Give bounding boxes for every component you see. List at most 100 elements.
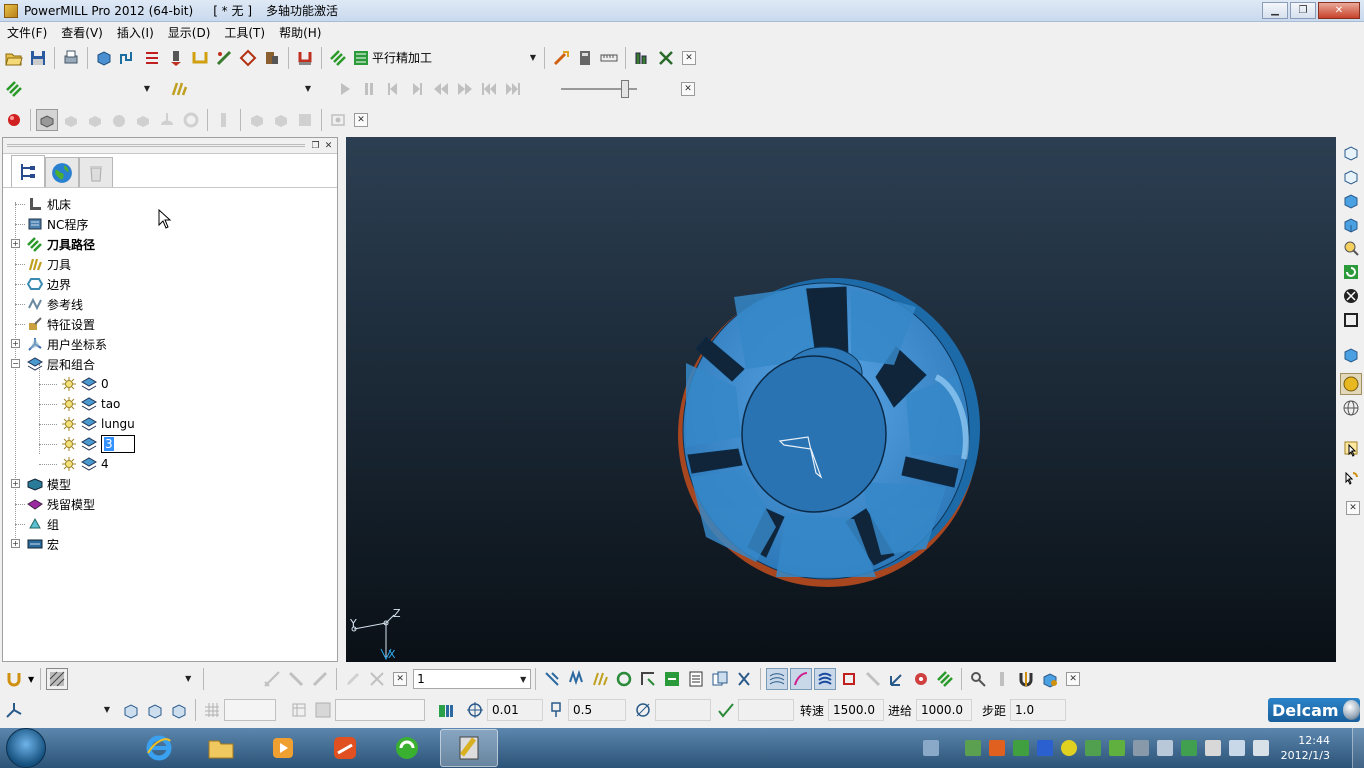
rename-layer-input[interactable]: 3 [101, 435, 135, 453]
block-icon[interactable] [93, 47, 115, 69]
battery-icon[interactable] [964, 740, 981, 756]
check-field[interactable] [738, 699, 794, 721]
stock-block-icon[interactable] [46, 668, 69, 690]
view-iso-1-icon[interactable] [1340, 141, 1362, 163]
menu-view[interactable]: 查看(V) [54, 24, 110, 41]
toolbar-close-icon[interactable]: ✕ [393, 672, 408, 686]
points-icon[interactable] [838, 668, 860, 690]
stepover-field[interactable]: 1.0 [1010, 699, 1067, 721]
menu-help[interactable]: 帮助(H) [272, 24, 328, 41]
tray-app-5-icon[interactable] [1108, 740, 1125, 756]
volume-icon[interactable] [1156, 740, 1173, 756]
chevron-down-icon[interactable]: ▼ [100, 700, 114, 718]
security-icon[interactable] [1180, 740, 1197, 756]
tolerance-field[interactable]: 0.01 [487, 699, 543, 721]
tray-app-2-icon[interactable] [1012, 740, 1029, 756]
go-to-end-icon[interactable] [502, 78, 524, 100]
edit-point-icon[interactable] [285, 668, 307, 690]
workplane-tool-icon[interactable] [3, 668, 25, 690]
grid-field[interactable] [224, 699, 276, 721]
expand-icon[interactable]: + [11, 479, 20, 488]
diameter-icon[interactable] [632, 699, 654, 721]
stock-icon[interactable] [213, 109, 235, 131]
edit-segment-icon[interactable] [309, 668, 331, 690]
tool-select-icon[interactable] [168, 78, 190, 100]
number-select[interactable]: 1 ▼ [413, 669, 532, 689]
workplane-select-icon[interactable] [3, 699, 25, 721]
layer-combo[interactable]: ▼ [75, 669, 195, 689]
tree-item-layer-editing[interactable]: 3 [3, 434, 337, 454]
tree-item-toolpaths[interactable]: + 刀具路径 [3, 234, 337, 254]
surface-icon[interactable] [312, 699, 334, 721]
plain-mode-icon[interactable] [132, 109, 154, 131]
toolpath-tools-4-icon[interactable] [613, 668, 635, 690]
leads-links-icon[interactable] [141, 47, 163, 69]
graphics-viewport[interactable]: Y Z X [346, 137, 1336, 662]
shaded-mode-icon[interactable] [60, 109, 82, 131]
rewind-icon[interactable] [430, 78, 452, 100]
toolpath-tools-5-icon[interactable] [637, 668, 659, 690]
wireframe-icon[interactable] [1340, 397, 1362, 419]
speed-slider[interactable] [561, 79, 637, 99]
thickness-icon[interactable] [545, 699, 567, 721]
tree-item-patterns[interactable]: 参考线 [3, 294, 337, 314]
close-button[interactable]: ✕ [1318, 2, 1360, 19]
refresh-view-icon[interactable] [1340, 261, 1362, 283]
tab-web[interactable] [45, 157, 79, 187]
edit-curve-icon[interactable] [261, 668, 283, 690]
check-icon[interactable] [715, 699, 737, 721]
print-icon[interactable] [60, 47, 82, 69]
menu-display[interactable]: 显示(D) [161, 24, 218, 41]
tool-gauge-icon[interactable] [1015, 668, 1037, 690]
stock-tolerance-icon[interactable] [435, 699, 457, 721]
rainbow-mode-icon[interactable] [84, 109, 106, 131]
table-icon[interactable] [288, 699, 310, 721]
keyboard-icon[interactable] [922, 740, 939, 756]
toolbar-close-icon[interactable]: ✕ [1066, 672, 1081, 686]
grid-icon[interactable] [201, 699, 223, 721]
fast-forward-icon[interactable] [454, 78, 476, 100]
light-bulb-icon[interactable] [61, 456, 77, 472]
merge-icon[interactable] [934, 668, 956, 690]
diameter-field[interactable] [655, 699, 711, 721]
toolbar-close-icon[interactable]: ✕ [354, 113, 368, 127]
stock-import-icon[interactable] [270, 109, 292, 131]
toolpath-edit-icon[interactable] [213, 47, 235, 69]
tree-item-feature-sets[interactable]: 特征设置 [3, 314, 337, 334]
tray-app-4-icon[interactable] [1084, 740, 1101, 756]
list-icon[interactable] [685, 668, 707, 690]
menu-insert[interactable]: 插入(I) [110, 24, 161, 41]
toolpath-tools-1-icon[interactable] [541, 668, 563, 690]
shaded-view-icon[interactable] [1340, 343, 1362, 365]
chevron-down-icon[interactable]: ▼ [301, 79, 315, 97]
tree-item-layer[interactable]: tao [3, 394, 337, 414]
chevron-down-icon[interactable]: ▼ [28, 675, 34, 684]
pattern-fill-2-icon[interactable] [790, 668, 813, 690]
pencil-icon[interactable] [342, 668, 364, 690]
ruler-icon[interactable] [598, 47, 620, 69]
toolpath-tools-2-icon[interactable] [565, 668, 587, 690]
taskbar-app-orange-icon[interactable] [316, 729, 374, 767]
settings-icon[interactable] [1039, 668, 1061, 690]
taskbar-app-green-icon[interactable] [378, 729, 436, 767]
restore-button[interactable]: ❐ [1290, 2, 1316, 19]
select-icon[interactable] [1340, 437, 1362, 459]
stock-save-icon[interactable] [294, 109, 316, 131]
box-3-icon[interactable] [168, 699, 190, 721]
light-bulb-icon[interactable] [61, 376, 77, 392]
search-icon[interactable] [967, 668, 989, 690]
expand-icon[interactable]: + [11, 339, 20, 348]
menu-tools[interactable]: 工具(T) [217, 24, 272, 41]
float-panel-icon[interactable]: ❐ [310, 140, 321, 151]
taskbar-ie-icon[interactable] [130, 729, 188, 767]
viewmill-mode-icon[interactable] [36, 109, 58, 131]
stock-export-icon[interactable] [246, 109, 268, 131]
usb-icon[interactable] [1204, 740, 1221, 756]
tab-explorer[interactable] [11, 155, 45, 187]
toolbar-close-icon[interactable]: ✕ [682, 51, 696, 65]
chevron-down-icon[interactable]: ▼ [140, 79, 154, 97]
screenshot-icon[interactable] [327, 109, 349, 131]
clock[interactable]: 12:44 2012/1/3 [1281, 733, 1330, 763]
tolerance-icon[interactable] [464, 699, 486, 721]
view-iso-2-icon[interactable] [1340, 165, 1362, 187]
